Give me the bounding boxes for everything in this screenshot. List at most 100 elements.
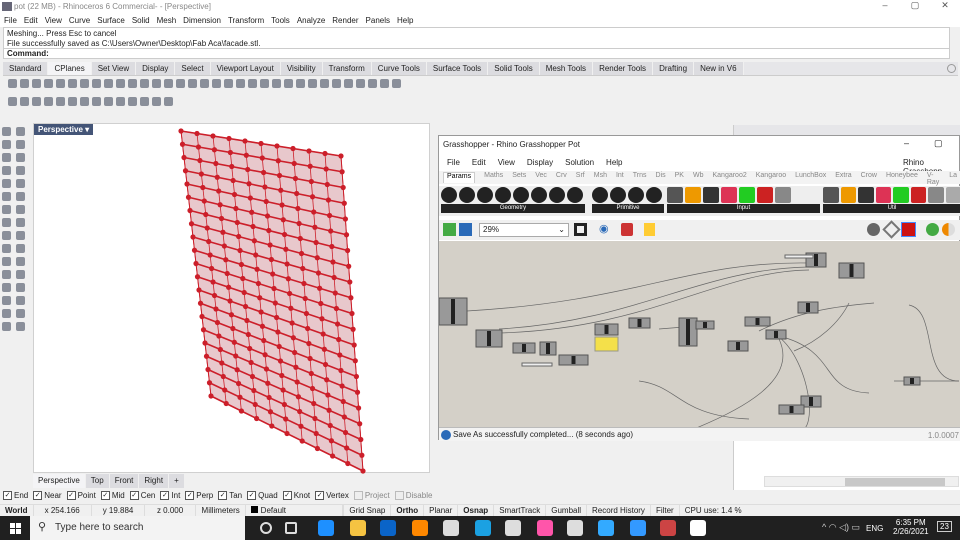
taskbar-app-icon[interactable]: [350, 520, 366, 536]
left-tool-icon[interactable]: [16, 296, 25, 305]
toolbar-tool-icon[interactable]: [344, 79, 353, 88]
osnap-cen[interactable]: ✓ Cen: [129, 491, 155, 500]
taskbar-app-icon[interactable]: [318, 520, 334, 536]
toolbar-tool-icon[interactable]: [164, 97, 173, 106]
osnap-project[interactable]: Project: [353, 491, 390, 500]
gh-tab-int[interactable]: Int: [616, 172, 624, 183]
gh-maximize-button[interactable]: ▢: [934, 138, 943, 149]
toolbar-tool-icon[interactable]: [116, 97, 125, 106]
toolbar-tool-icon[interactable]: [20, 79, 29, 88]
menu-solid[interactable]: Solid: [132, 16, 150, 25]
gh-menu-view[interactable]: View: [498, 158, 515, 168]
toolbar-tool-icon[interactable]: [212, 79, 221, 88]
component-icon[interactable]: [531, 187, 547, 203]
toolbar-tool-icon[interactable]: [308, 79, 317, 88]
component-icon[interactable]: [840, 187, 856, 203]
menu-dimension[interactable]: Dimension: [183, 16, 221, 25]
checkbox[interactable]: ✓: [247, 491, 257, 500]
toolbar-tool-icon[interactable]: [44, 97, 53, 106]
left-tool-icon[interactable]: [2, 296, 11, 305]
component-icon[interactable]: [858, 187, 874, 203]
toolbar-tool-icon[interactable]: [80, 97, 89, 106]
sketch-icon[interactable]: [621, 223, 633, 236]
taskbar-app-icon[interactable]: [690, 520, 706, 536]
toolbar-tool-icon[interactable]: [80, 79, 89, 88]
gh-tab-pk[interactable]: PK: [675, 172, 684, 183]
bake-icon[interactable]: [926, 223, 939, 236]
component-icon[interactable]: [628, 187, 644, 203]
left-tool-icon[interactable]: [16, 231, 25, 240]
preview-eye-icon[interactable]: ◉: [599, 222, 609, 235]
left-tool-icon[interactable]: [16, 140, 25, 149]
grid-snap-toggle[interactable]: Grid Snap: [344, 505, 392, 516]
component-icon[interactable]: [721, 187, 737, 203]
component-icon[interactable]: [945, 187, 960, 203]
toolbar-tool-icon[interactable]: [140, 79, 149, 88]
left-tool-icon[interactable]: [16, 322, 25, 331]
gh-slider[interactable]: [784, 254, 814, 259]
left-tool-icon[interactable]: [2, 283, 11, 292]
menu-tools[interactable]: Tools: [271, 16, 290, 25]
start-button[interactable]: [10, 523, 21, 534]
toolbar-tool-icon[interactable]: [356, 79, 365, 88]
horizontal-scrollbar[interactable]: [764, 476, 959, 487]
toolbar-tool-icon[interactable]: [8, 79, 17, 88]
checkbox[interactable]: [353, 491, 363, 500]
shaded-preview-icon[interactable]: [901, 222, 916, 237]
toolbar-tool-icon[interactable]: [8, 97, 17, 106]
ortho-toggle[interactable]: Ortho: [391, 505, 425, 516]
toolbar-tool-icon[interactable]: [104, 97, 113, 106]
taskbar-app-icon[interactable]: [412, 520, 428, 536]
toolbar-tool-icon[interactable]: [128, 97, 137, 106]
left-tool-icon[interactable]: [2, 270, 11, 279]
left-tool-icon[interactable]: [16, 166, 25, 175]
left-tool-icon[interactable]: [16, 218, 25, 227]
tab-visibility[interactable]: Visibility: [280, 62, 323, 75]
tab-surface-tools[interactable]: Surface Tools: [426, 62, 489, 75]
gh-tab-sets[interactable]: Sets: [512, 172, 526, 183]
tab-mesh-tools[interactable]: Mesh Tools: [539, 62, 594, 75]
open-file-icon[interactable]: [443, 223, 456, 236]
taskbar-app-icon[interactable]: [630, 520, 646, 536]
left-tool-icon[interactable]: [2, 257, 11, 266]
gh-minimize-button[interactable]: –: [904, 138, 909, 148]
toolbar-tool-icon[interactable]: [248, 79, 257, 88]
left-tool-icon[interactable]: [16, 270, 25, 279]
component-icon[interactable]: [667, 187, 683, 203]
perspective-viewport[interactable]: Perspective ▾: [33, 123, 430, 474]
osnap-tan[interactable]: ✓ Tan: [218, 491, 242, 500]
toolbar-tool-icon[interactable]: [320, 79, 329, 88]
left-tool-icon[interactable]: [2, 322, 11, 331]
left-tool-icon[interactable]: [16, 153, 25, 162]
notifications-button[interactable]: 23: [937, 521, 952, 532]
view-tab-top[interactable]: Top: [85, 474, 109, 488]
left-tool-icon[interactable]: [16, 205, 25, 214]
checkbox[interactable]: [394, 491, 404, 500]
menu-curve[interactable]: Curve: [69, 16, 90, 25]
component-icon[interactable]: [823, 187, 839, 203]
left-tool-icon[interactable]: [2, 244, 11, 253]
menu-help[interactable]: Help: [397, 16, 413, 25]
left-tool-icon[interactable]: [16, 127, 25, 136]
toolbar-tool-icon[interactable]: [164, 79, 173, 88]
left-tool-icon[interactable]: [2, 140, 11, 149]
osnap-near[interactable]: ✓ Near: [33, 491, 62, 500]
toolbar-tool-icon[interactable]: [68, 97, 77, 106]
component-icon[interactable]: [703, 187, 719, 203]
tab-drafting[interactable]: Drafting: [653, 62, 695, 75]
left-tool-icon[interactable]: [2, 309, 11, 318]
toolbar-tool-icon[interactable]: [152, 97, 161, 106]
clock[interactable]: 6:35 PM 2/26/2021: [893, 518, 929, 536]
toolbar-tool-icon[interactable]: [152, 79, 161, 88]
tab-cplanes[interactable]: CPlanes: [48, 62, 92, 75]
left-tool-icon[interactable]: [2, 153, 11, 162]
taskbar-search[interactable]: ⚲ Type here to search: [30, 516, 245, 540]
tab-render-tools[interactable]: Render Tools: [593, 62, 654, 75]
toolbar-tool-icon[interactable]: [296, 79, 305, 88]
gh-tab-msh[interactable]: Msh: [594, 172, 607, 183]
component-icon[interactable]: [513, 187, 529, 203]
left-tool-icon[interactable]: [16, 179, 25, 188]
tab-viewport-layout[interactable]: Viewport Layout: [210, 62, 281, 75]
menu-surface[interactable]: Surface: [97, 16, 125, 25]
gh-tab-vec[interactable]: Vec: [535, 172, 547, 183]
